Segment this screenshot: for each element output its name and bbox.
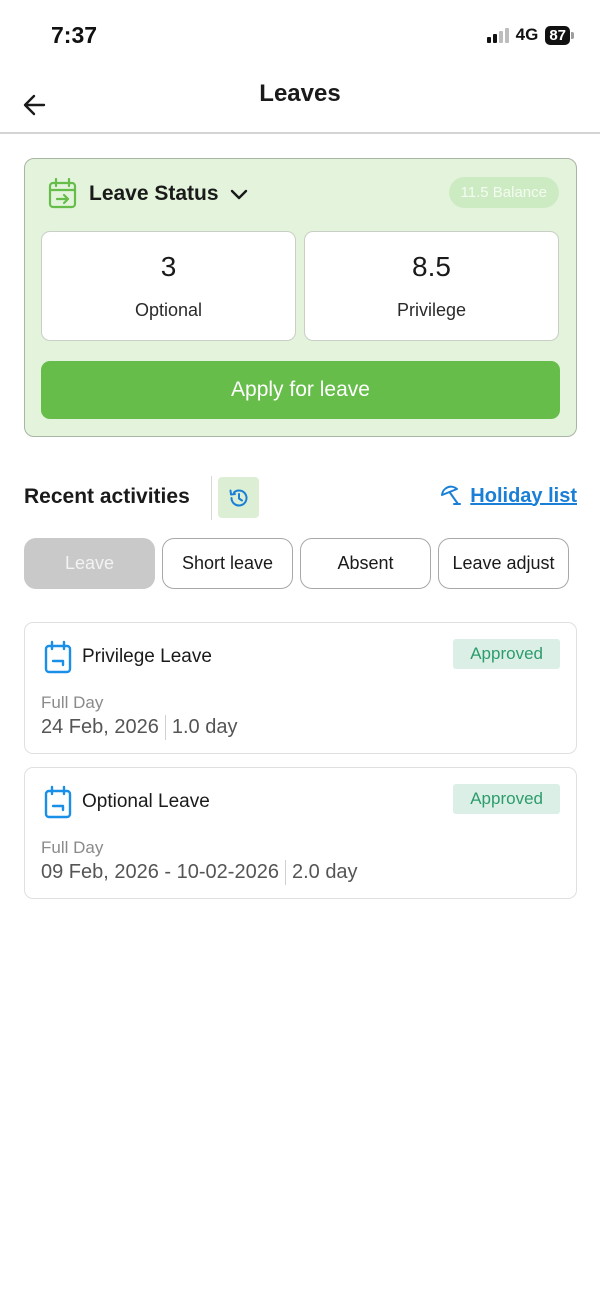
counter-value: 8.5 [412, 251, 451, 282]
battery-level: 87 [545, 25, 570, 45]
recent-activities-title: Recent activities [24, 485, 190, 508]
counter-label: Optional [134, 300, 203, 320]
activity-header: Privilege Leave [43, 640, 212, 674]
leave-status-card: Leave Status 11.5 Balance 3 Optional 8.5… [24, 158, 577, 437]
battery-icon: 87 [545, 25, 574, 45]
divider [211, 476, 212, 520]
app-header: Leaves [0, 70, 600, 134]
activity-title: Optional Leave [82, 791, 210, 812]
activity-duration: 2.0 day [291, 861, 358, 883]
apply-for-leave-button[interactable]: Apply for leave [41, 361, 560, 419]
activity-type: Full Day [41, 838, 104, 857]
leave-status-title: Leave Status [89, 182, 219, 205]
activity-card[interactable]: Optional Leave Approved Full Day 09 Feb,… [24, 767, 577, 899]
counter-value: 3 [160, 251, 177, 282]
activity-detail: 09 Feb, 2026 - 10-02-2026 2.0 day [41, 860, 358, 885]
page-title: Leaves [259, 80, 341, 107]
chevron-down-icon [230, 189, 247, 200]
activity-title: Privilege Leave [82, 646, 212, 667]
activity-dates: 09 Feb, 2026 - 10-02-2026 [41, 861, 279, 883]
holiday-list-label: Holiday list [470, 484, 577, 507]
recent-activities-header: Recent activities Holiday list [24, 476, 577, 520]
umbrella-icon [441, 485, 462, 505]
activity-duration: 1.0 day [171, 716, 238, 738]
activity-card[interactable]: Privilege Leave Approved Full Day 24 Feb… [24, 622, 577, 754]
activity-header: Optional Leave [43, 785, 210, 819]
divider [164, 715, 166, 740]
tab-leave-adjust[interactable]: Leave adjust [438, 538, 569, 589]
activity-detail: 24 Feb, 2026 1.0 day [41, 715, 237, 740]
tab-leave[interactable]: Leave [24, 538, 155, 589]
leave-type-tabs: Leave Short leave Absent Leave adjust [24, 538, 569, 589]
status-badge: Approved [453, 784, 560, 814]
history-icon [229, 489, 247, 506]
counter-label: Privilege [396, 300, 467, 320]
activity-dates: 24 Feb, 2026 [41, 716, 159, 738]
leave-status-selector[interactable]: Leave Status [47, 177, 249, 211]
status-time: 7:37 [51, 22, 98, 48]
divider [284, 860, 286, 885]
signal-icon [486, 27, 509, 43]
activity-type: Full Day [41, 693, 104, 712]
calendar-transfer-icon [48, 177, 77, 209]
tab-absent[interactable]: Absent [300, 538, 431, 589]
history-button[interactable] [218, 477, 259, 518]
status-indicators: 4G 87 [486, 25, 574, 45]
leave-counters: 3 Optional 8.5 Privilege [41, 231, 559, 341]
tab-short-leave[interactable]: Short leave [162, 538, 293, 589]
calendar-icon [44, 640, 72, 674]
balance-badge: 11.5 Balance [448, 177, 559, 208]
holiday-list-link[interactable]: Holiday list [438, 484, 577, 508]
privilege-counter: 8.5 Privilege [304, 231, 559, 341]
optional-counter: 3 Optional [41, 231, 296, 341]
network-type: 4G [515, 25, 539, 44]
status-badge: Approved [453, 639, 560, 669]
status-bar: 7:37 4G 87 [0, 0, 600, 70]
calendar-icon [44, 785, 72, 819]
